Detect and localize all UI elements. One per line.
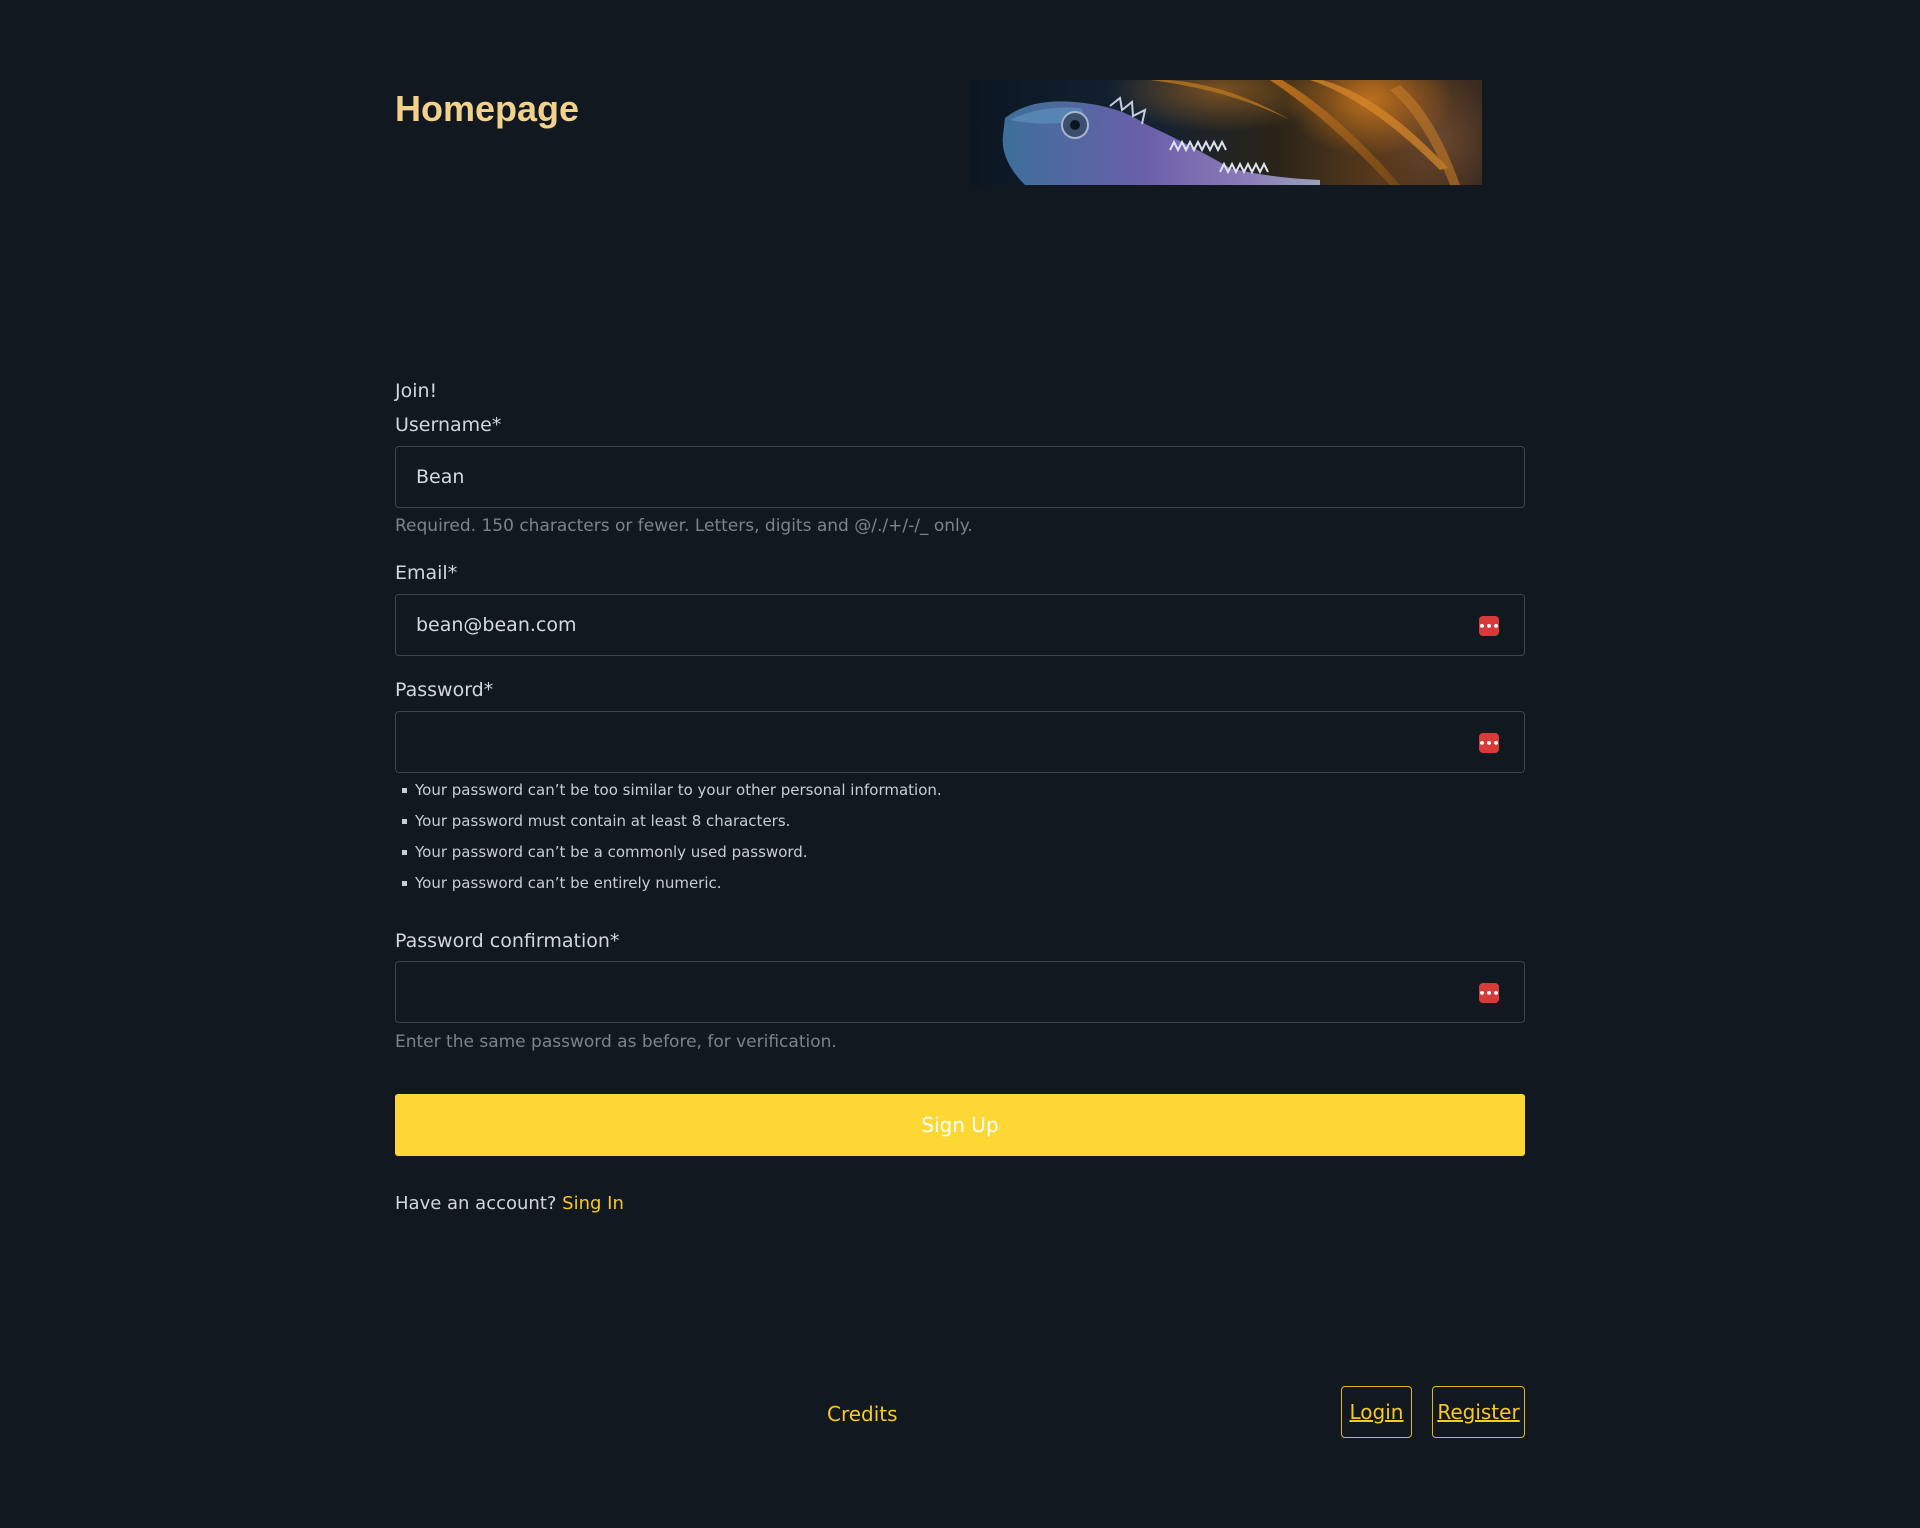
sign-up-button[interactable]: Sign Up	[395, 1094, 1525, 1156]
chameleon-illustration	[1002, 80, 1460, 185]
chameleon-banner	[970, 80, 1482, 185]
credits-link[interactable]: Credits	[827, 1402, 898, 1426]
password-confirmation-input[interactable]	[396, 962, 1524, 1022]
password-input[interactable]	[396, 712, 1524, 772]
have-account-label: Have an account?	[395, 1193, 557, 1214]
password-field-container: •••	[395, 711, 1525, 773]
password-confirmation-help-text: Enter the same password as before, for v…	[395, 1032, 837, 1052]
register-button[interactable]: Register	[1432, 1386, 1525, 1438]
password-rule: Your password can’t be a commonly used p…	[400, 842, 942, 873]
sign-in-link[interactable]: Sing In	[562, 1193, 624, 1214]
page-title: Homepage	[395, 88, 580, 129]
have-account-text: Have an account? Sing In	[395, 1193, 624, 1214]
password-manager-icon[interactable]: •••	[1478, 983, 1500, 1003]
password-rules-list: Your password can’t be too similar to yo…	[400, 780, 942, 904]
password-manager-icon[interactable]: •••	[1478, 733, 1500, 753]
email-label: Email*	[395, 562, 458, 584]
password-rule: Your password must contain at least 8 ch…	[400, 811, 942, 842]
username-field-container	[395, 446, 1525, 508]
username-input[interactable]	[396, 447, 1524, 507]
email-field-container: •••	[395, 594, 1525, 656]
password-manager-icon[interactable]: •••	[1478, 616, 1500, 636]
password-rule: Your password can’t be too similar to yo…	[400, 780, 942, 811]
username-label: Username*	[395, 414, 502, 436]
username-help-text: Required. 150 characters or fewer. Lette…	[395, 516, 973, 536]
password-confirmation-label: Password confirmation*	[395, 930, 620, 952]
password-label: Password*	[395, 679, 494, 701]
page: Homepage Join! Username* Bean Required. …	[0, 0, 1920, 1528]
email-input[interactable]	[396, 595, 1524, 655]
form-heading: Join!	[395, 380, 438, 402]
password-confirmation-field-container: •••	[395, 961, 1525, 1023]
password-rule: Your password can’t be entirely numeric.	[400, 873, 942, 904]
login-button[interactable]: Login	[1341, 1386, 1412, 1438]
